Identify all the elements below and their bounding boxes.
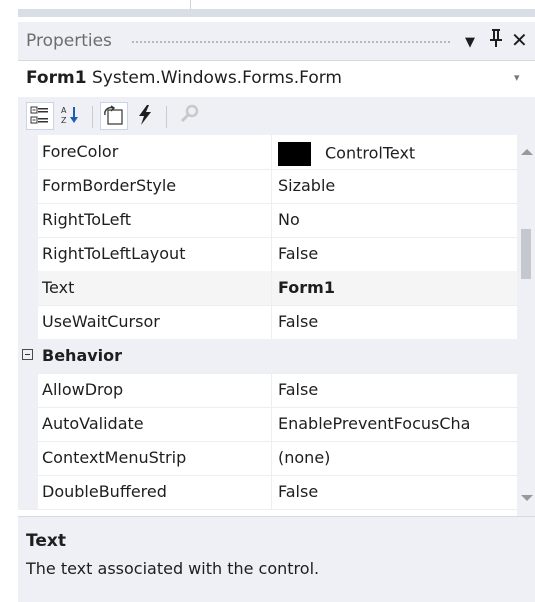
scroll-down-arrow-icon[interactable] <box>521 495 533 501</box>
top-divider <box>190 0 191 9</box>
column-divider <box>271 271 272 305</box>
property-name: DoubleBuffered <box>42 482 167 501</box>
property-name: AllowDrop <box>42 380 124 399</box>
scrollbar-thumb[interactable] <box>521 229 531 279</box>
events-icon[interactable] <box>132 102 160 130</box>
row-gutter <box>18 135 38 169</box>
column-divider <box>271 475 272 509</box>
top-edge <box>18 9 535 17</box>
chevron-down-icon[interactable]: ▾ <box>514 71 520 84</box>
column-divider <box>271 169 272 203</box>
row-gutter <box>18 373 38 407</box>
property-name: AutoValidate <box>42 414 144 433</box>
categorized-icon[interactable] <box>26 102 54 130</box>
property-value[interactable]: Sizable <box>278 176 517 195</box>
property-row-autovalidate[interactable]: AutoValidate EnablePreventFocusCha <box>18 407 517 442</box>
row-gutter <box>18 237 38 271</box>
row-gutter <box>18 203 38 237</box>
property-value[interactable]: Form1 <box>278 278 517 297</box>
color-swatch <box>278 142 311 166</box>
object-name: Form1 <box>26 68 87 88</box>
vertical-scrollbar[interactable] <box>517 135 535 516</box>
property-value[interactable]: ControlText <box>278 142 517 166</box>
property-row-righttoleft[interactable]: RightToLeft No <box>18 203 517 238</box>
collapse-icon[interactable] <box>22 349 33 360</box>
column-divider <box>271 135 272 169</box>
toolbar-separator <box>92 106 93 128</box>
column-divider <box>271 237 272 271</box>
row-gutter <box>18 441 38 475</box>
row-gutter <box>18 305 38 339</box>
description-text: The text associated with the control. <box>26 559 320 578</box>
svg-text:A: A <box>61 106 67 115</box>
panel-title: Properties <box>26 31 112 51</box>
property-name: ContextMenuStrip <box>42 448 187 467</box>
properties-panel: Properties ▼ ✕ Form1 System.Windows.Form… <box>18 22 535 602</box>
column-divider <box>271 441 272 475</box>
window-position-dropdown-icon[interactable]: ▼ <box>465 31 475 55</box>
object-selector[interactable]: Form1 System.Windows.Forms.Form ▾ <box>18 60 535 98</box>
row-gutter <box>18 169 38 203</box>
property-row-text[interactable]: Text Form1 <box>18 271 517 306</box>
property-grid: ForeColor ControlText FormBorderStyle Si… <box>18 135 517 516</box>
title-bar: Properties ▼ ✕ <box>18 22 535 60</box>
property-name: RightToLeft <box>42 210 132 229</box>
property-row-righttoleftlayout[interactable]: RightToLeftLayout False <box>18 237 517 272</box>
property-row-doublebuffered[interactable]: DoubleBuffered False <box>18 475 517 510</box>
property-value[interactable]: EnablePreventFocusCha <box>278 414 517 433</box>
category-name: Behavior <box>42 346 123 365</box>
property-row-formborderstyle[interactable]: FormBorderStyle Sizable <box>18 169 517 204</box>
property-value[interactable]: False <box>278 482 517 501</box>
column-divider <box>271 305 272 339</box>
drag-grip[interactable] <box>131 40 451 45</box>
properties-toolbar: A Z <box>18 97 535 135</box>
property-name: ForeColor <box>42 142 119 161</box>
property-row-allowdrop[interactable]: AllowDrop False <box>18 373 517 408</box>
property-value[interactable]: False <box>278 244 517 263</box>
color-name: ControlText <box>325 143 416 163</box>
category-row-behavior[interactable]: Behavior <box>18 339 517 374</box>
property-name: Text <box>42 278 75 297</box>
property-row-usewaitcursor[interactable]: UseWaitCursor False <box>18 305 517 340</box>
close-icon[interactable]: ✕ <box>511 28 528 52</box>
toolbar-separator <box>166 106 167 128</box>
svg-text:Z: Z <box>61 116 67 125</box>
window-top-strip <box>0 0 535 22</box>
row-gutter <box>18 271 38 305</box>
property-value[interactable]: False <box>278 380 517 399</box>
object-type: System.Windows.Forms.Form <box>92 68 342 88</box>
property-name: RightToLeftLayout <box>42 244 186 263</box>
property-value[interactable]: (none) <box>278 448 517 467</box>
column-divider <box>271 407 272 441</box>
property-row-forecolor[interactable]: ForeColor ControlText <box>18 135 517 170</box>
description-title: Text <box>26 531 66 551</box>
property-name: FormBorderStyle <box>42 176 177 195</box>
scroll-up-arrow-icon[interactable] <box>521 149 533 155</box>
property-name: UseWaitCursor <box>42 312 160 331</box>
property-row-contextmenustrip[interactable]: ContextMenuStrip (none) <box>18 441 517 476</box>
row-gutter <box>18 475 38 509</box>
column-divider <box>271 373 272 407</box>
pin-icon[interactable] <box>489 28 503 54</box>
properties-icon[interactable] <box>100 102 128 130</box>
property-value[interactable]: No <box>278 210 517 229</box>
description-pane: Text The text associated with the contro… <box>18 516 535 602</box>
property-value[interactable]: False <box>278 312 517 331</box>
column-divider <box>271 203 272 237</box>
property-pages-icon[interactable] <box>176 102 204 130</box>
alphabetical-sort-icon[interactable]: A Z <box>58 102 86 130</box>
row-gutter <box>18 407 38 441</box>
